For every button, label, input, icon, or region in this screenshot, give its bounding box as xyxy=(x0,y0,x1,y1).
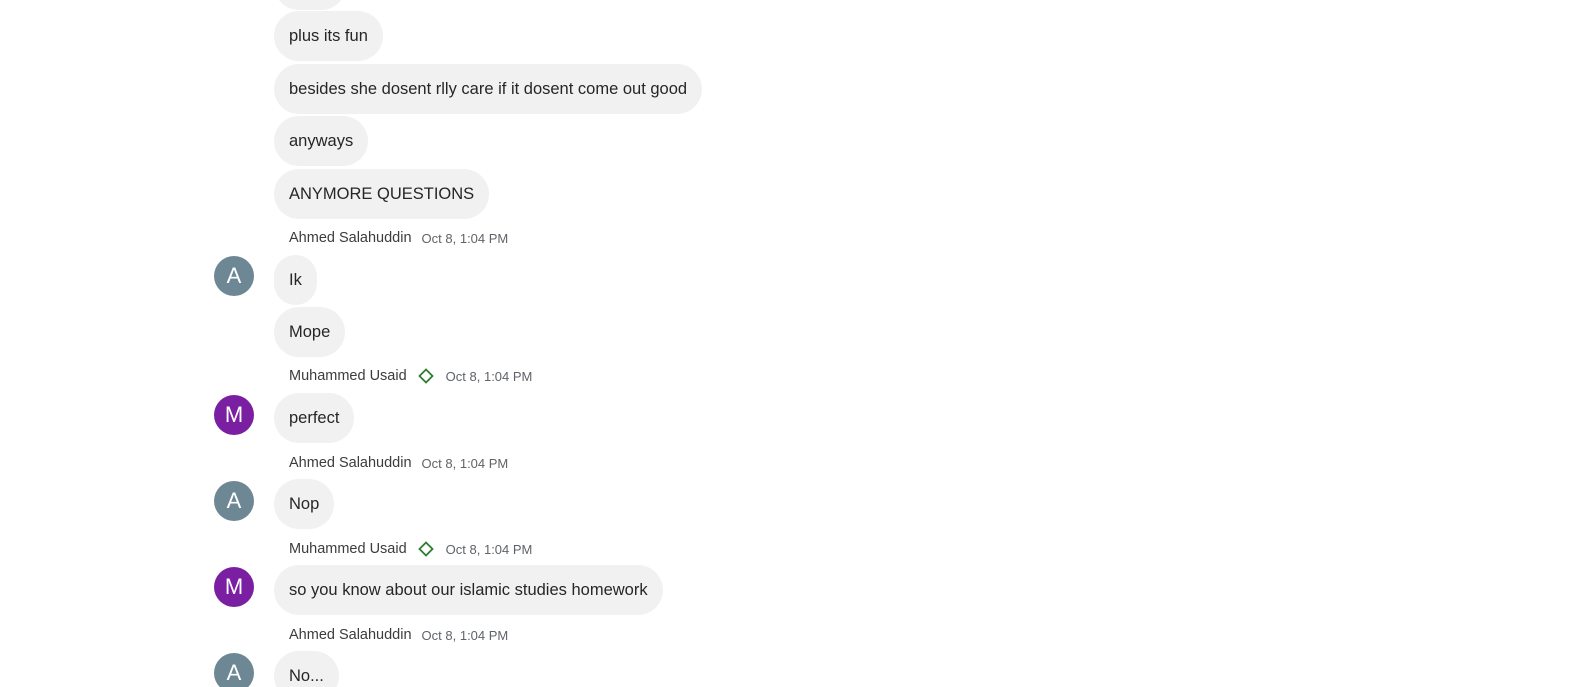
message-bubble[interactable]: Nop xyxy=(274,479,335,529)
message-bubble[interactable]: Mope xyxy=(274,307,346,357)
message-header: Muhammed Usaid Oct 8, 1:04 PM xyxy=(289,367,532,385)
avatar[interactable]: A xyxy=(214,653,254,687)
message-bubble[interactable]: anyways xyxy=(274,116,369,166)
message-header: Ahmed Salahuddin Oct 8, 1:04 PM xyxy=(289,454,508,472)
message-bubble[interactable]: plus its fun xyxy=(274,11,383,61)
message-bubble[interactable]: besides she dosent rlly care if it dosen… xyxy=(274,64,703,114)
avatar[interactable]: A xyxy=(214,481,254,521)
diamond-outline-icon xyxy=(417,541,434,557)
message-header: Ahmed Salahuddin Oct 8, 1:04 PM xyxy=(289,626,508,644)
message-bubble[interactable]: Ik xyxy=(274,255,317,305)
message-timestamp: Oct 8, 1:04 PM xyxy=(421,455,509,471)
sender-name[interactable]: Ahmed Salahuddin xyxy=(289,627,412,643)
message-timestamp: Oct 8, 1:04 PM xyxy=(421,627,509,643)
message-header: Muhammed Usaid Oct 8, 1:04 PM xyxy=(289,540,532,558)
diamond-outline-icon xyxy=(417,368,434,384)
message-bubble[interactable]: ANYMORE QUESTIONS xyxy=(274,169,490,219)
avatar[interactable]: M xyxy=(214,567,254,607)
message-bubble[interactable]: so you know about our islamic studies ho… xyxy=(274,565,663,615)
message-timestamp: Oct 8, 1:04 PM xyxy=(445,368,533,384)
message-bubble[interactable] xyxy=(274,0,346,10)
sender-name[interactable]: Muhammed Usaid xyxy=(289,368,407,384)
message-bubble[interactable]: No... xyxy=(274,651,339,687)
message-timestamp: Oct 8, 1:04 PM xyxy=(421,230,509,246)
sender-name[interactable]: Muhammed Usaid xyxy=(289,541,407,557)
message-header: Ahmed Salahuddin Oct 8, 1:04 PM xyxy=(289,229,508,247)
sender-name[interactable]: Ahmed Salahuddin xyxy=(289,230,412,246)
avatar[interactable]: M xyxy=(214,395,254,435)
chat-thread: plus its fun besides she dosent rlly car… xyxy=(0,0,1573,687)
message-timestamp: Oct 8, 1:04 PM xyxy=(445,541,533,557)
sender-name[interactable]: Ahmed Salahuddin xyxy=(289,455,412,471)
message-bubble[interactable]: perfect xyxy=(274,393,355,443)
avatar[interactable]: A xyxy=(214,256,254,296)
